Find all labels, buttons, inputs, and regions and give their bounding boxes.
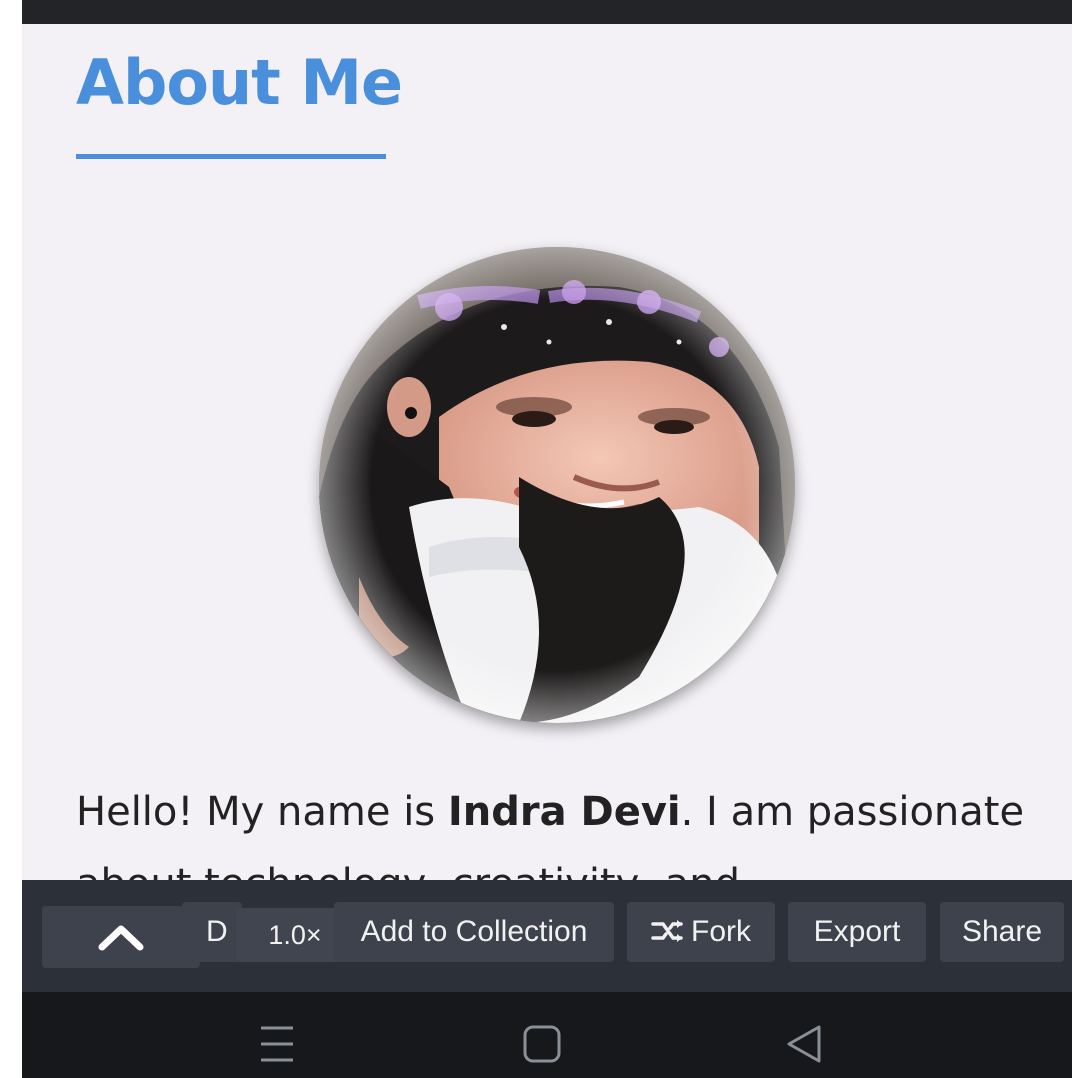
export-label: Export xyxy=(813,915,901,948)
about-page: About Me Hello! My name is Indra Devi. I… xyxy=(22,24,1072,880)
back-icon[interactable] xyxy=(784,1024,824,1064)
export-button[interactable]: Export xyxy=(788,902,926,962)
add-to-collection-label: Add to Collection xyxy=(360,915,588,948)
share-button[interactable]: Share xyxy=(940,902,1064,962)
bio-name: Indra Devi xyxy=(447,789,681,835)
fork-label: Fork xyxy=(691,915,751,948)
page-title: About Me xyxy=(76,46,403,119)
home-icon[interactable] xyxy=(522,1024,562,1064)
fork-button[interactable]: Fork xyxy=(627,902,775,962)
chevron-up-icon xyxy=(98,925,144,951)
description-label: D xyxy=(206,915,228,948)
bio-paragraph: Hello! My name is Indra Devi. I am passi… xyxy=(76,776,1036,880)
bottom-toolbar: D 1.0× Add to Collection Fork Export Sha… xyxy=(22,880,1072,992)
system-navigation-bar xyxy=(22,992,1072,1078)
fork-icon xyxy=(651,920,683,942)
speed-label: 1.0× xyxy=(268,919,322,950)
title-underline xyxy=(76,154,386,159)
status-bar-strip xyxy=(22,0,1072,24)
bio-intro: Hello! My name is xyxy=(76,789,448,835)
collapse-toolbar-button[interactable] xyxy=(42,906,200,968)
menu-icon[interactable] xyxy=(258,1024,296,1064)
add-to-collection-button[interactable]: Add to Collection xyxy=(334,902,614,962)
profile-photo xyxy=(319,247,795,723)
share-label: Share xyxy=(961,915,1043,948)
